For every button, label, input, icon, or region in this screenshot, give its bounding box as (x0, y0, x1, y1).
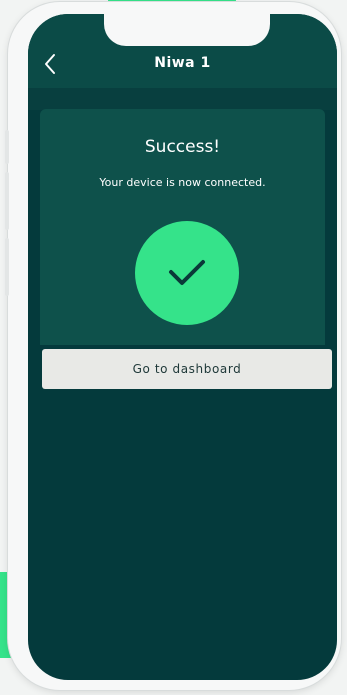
phone-screen: Niwa 1 Success! Your device is now conne… (28, 14, 337, 680)
success-title: Success! (144, 137, 221, 157)
phone-volume-button (5, 238, 9, 296)
go-to-dashboard-button[interactable]: Go to dashboard (42, 349, 332, 389)
phone-volume-button (5, 172, 9, 230)
phone-side-button (5, 130, 9, 164)
checkmark-icon (169, 260, 205, 285)
phone-frame: Niwa 1 Success! Your device is now conne… (5, 2, 341, 690)
header-divider (28, 88, 337, 110)
page-title: Niwa 1 (154, 55, 211, 71)
success-message: Your device is now connected. (99, 176, 266, 189)
app-showcase: Niwa 1 Success! Your device is now conne… (0, 0, 347, 695)
phone-notch (104, 14, 270, 46)
success-badge (135, 221, 239, 325)
success-card: Success! Your device is now connected. (40, 109, 325, 345)
